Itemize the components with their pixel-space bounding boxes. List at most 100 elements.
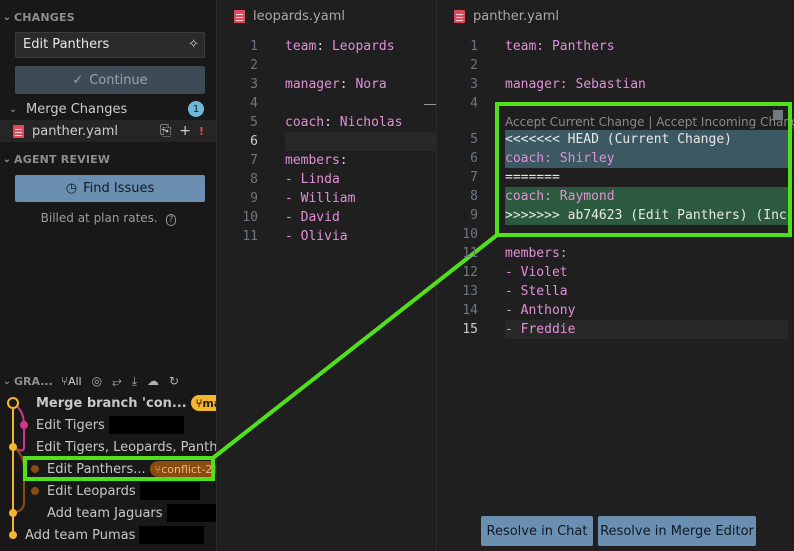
code-line[interactable]: 14 - Anthony (438, 301, 794, 320)
code-line[interactable]: 6 coach: Shirley (438, 149, 794, 168)
source-control-sidebar: ⌄ CHANGES Edit Panthers ✧ ✓ Continue ⌄ M… (0, 0, 217, 551)
code-line[interactable]: 1 team: Leopards (218, 37, 436, 56)
fetch-icon[interactable]: ⥂ (112, 374, 122, 389)
line-number: 11 (462, 246, 478, 261)
yaml-key: - (285, 191, 301, 206)
code-line[interactable]: 11 - Olivia (218, 227, 436, 246)
code-text: coach: Nicholas (285, 115, 403, 130)
redacted-author (108, 416, 184, 434)
line-number: 6 (470, 151, 478, 166)
code-text: coach: Raymond (505, 189, 615, 204)
code-text: - William (285, 191, 355, 206)
push-icon[interactable]: ☁ (147, 374, 159, 388)
conflict-marker: ! (198, 124, 204, 138)
code-line[interactable]: 13 - Stella (438, 282, 794, 301)
line-number: 14 (462, 303, 478, 318)
code-line[interactable]: 5 coach: Nicholas (218, 113, 436, 132)
merge-codelens[interactable]: Accept Current Change | Accept Incoming … (505, 115, 794, 129)
leopards-editor[interactable]: leopards.yaml 1 team: Leopards 2 3 manager: … (218, 0, 437, 551)
code-text: - David (285, 210, 340, 225)
code-line[interactable]: 10 - David (218, 208, 436, 227)
yaml-value: David (300, 210, 340, 225)
code-text: members: (285, 153, 356, 168)
line-number: 5 (470, 132, 478, 147)
yaml-key: manager (285, 77, 340, 92)
yaml-file-icon (234, 10, 245, 23)
chevron-down-icon: ⌄ (2, 375, 12, 387)
agent-review-section-header[interactable]: ⌄ AGENT REVIEW (0, 150, 216, 168)
code-text: - Olivia (285, 229, 348, 244)
commit-row[interactable]: Edit Tigers, Leopards, Panth... (36, 436, 216, 458)
stage-plus-icon[interactable]: + (179, 123, 191, 139)
yaml-value: Nicholas (339, 115, 403, 130)
code-line[interactable]: 15 - Freddie (438, 320, 794, 339)
code-line[interactable]: 7 members: (218, 151, 436, 170)
code-text: coach: Shirley (505, 151, 615, 166)
commit-row[interactable]: Add team Jaguars (47, 502, 216, 524)
merge-changes-group[interactable]: ⌄ Merge Changes 1 (0, 98, 216, 120)
line-number: 4 (470, 96, 478, 111)
line-number: 6 (250, 134, 258, 149)
code-line[interactable]: 1 team: Panthers (438, 37, 794, 56)
commit-row[interactable]: Edit Panthers... ⑂ conflict-2 (47, 458, 216, 480)
yaml-file-icon (454, 10, 465, 23)
code-line[interactable]: 3 manager: Sebastian (438, 75, 794, 94)
line-number: 9 (250, 191, 258, 206)
code-line[interactable]: 4 (438, 94, 794, 113)
commit-message-input[interactable]: Edit Panthers ✧ (15, 32, 205, 58)
target-icon[interactable]: ◎ (92, 374, 102, 388)
code-line[interactable]: 8 - Linda (218, 170, 436, 189)
code-line[interactable]: 2 (218, 56, 436, 75)
code-line[interactable]: 8 coach: Raymond (438, 187, 794, 206)
resolve-in-chat-button[interactable]: Resolve in Chat (481, 516, 593, 546)
commit-row[interactable]: Edit Leopards (47, 480, 200, 502)
line-number: 12 (462, 265, 478, 280)
code-text: manager: Nora (285, 77, 387, 92)
panther-editor[interactable]: panther.yaml Accept Current Change | Acc… (438, 0, 794, 551)
code-line[interactable]: 4 (218, 94, 436, 113)
code-line[interactable]: 11 members: (438, 244, 794, 263)
resolve-in-merge-editor-button[interactable]: Resolve in Merge Editor (598, 516, 756, 546)
code-line[interactable]: 3 manager: Nora (218, 75, 436, 94)
chevron-down-icon: ⌄ (8, 103, 18, 115)
yaml-value: Nora (355, 77, 387, 92)
yaml-file-icon (13, 124, 24, 138)
line-number: 1 (470, 39, 478, 54)
code-line[interactable]: 7 ======= (438, 168, 794, 187)
code-text: members: (505, 246, 568, 261)
continue-button[interactable]: ✓ Continue (15, 66, 205, 94)
line-number: 5 (250, 115, 258, 130)
sparkle-icon[interactable]: ✧ (188, 37, 199, 52)
line-number: 15 (462, 322, 478, 337)
scroll-marker (424, 104, 436, 105)
code-line[interactable]: 5 <<<<<<< HEAD (Current Change) (438, 130, 794, 149)
billing-note: Billed at plan rates. ? (0, 211, 216, 226)
code-line[interactable]: 6 (250, 132, 437, 151)
conflict-file-item[interactable]: panther.yaml ⎘ + ! (0, 120, 216, 142)
code-text: ======= (505, 170, 560, 185)
editor-tab[interactable]: leopards.yaml (218, 0, 436, 33)
code-line[interactable]: 10 (438, 225, 794, 244)
code-line[interactable]: 12 - Violet (438, 263, 794, 282)
graph-section-header[interactable]: ⌄ GRA... ⑂All ◎ ⥂ ⤓ ☁ ↻ (0, 372, 216, 390)
changes-section-header[interactable]: ⌄ CHANGES (0, 8, 216, 26)
code-line[interactable]: 9 - William (218, 189, 436, 208)
commit-row[interactable]: Add team Pumas (25, 524, 205, 546)
branch-filter[interactable]: ⑂All (61, 374, 82, 388)
line-number: 8 (470, 189, 478, 204)
line-number: 7 (250, 153, 258, 168)
code-line[interactable]: 2 (438, 56, 794, 75)
yaml-key: - (285, 210, 301, 225)
yaml-key: team (285, 39, 317, 54)
commit-row[interactable]: Edit Tigers (36, 414, 184, 436)
code-line[interactable]: 9 >>>>>>> ab74623 (Edit Panthers) (Inc (438, 206, 794, 225)
commit-row[interactable]: Merge branch 'con... ⑂ main (36, 392, 216, 414)
editor-tab[interactable]: panther.yaml (438, 0, 794, 33)
pull-icon[interactable]: ⤓ (132, 374, 137, 389)
open-file-icon[interactable]: ⎘ (160, 123, 171, 139)
find-issues-button[interactable]: ◷ Find Issues (15, 175, 205, 202)
refresh-icon[interactable]: ↻ (169, 374, 179, 388)
help-icon[interactable]: ? (165, 214, 177, 226)
line-number: 3 (250, 77, 258, 92)
code-text: - Linda (285, 172, 340, 187)
